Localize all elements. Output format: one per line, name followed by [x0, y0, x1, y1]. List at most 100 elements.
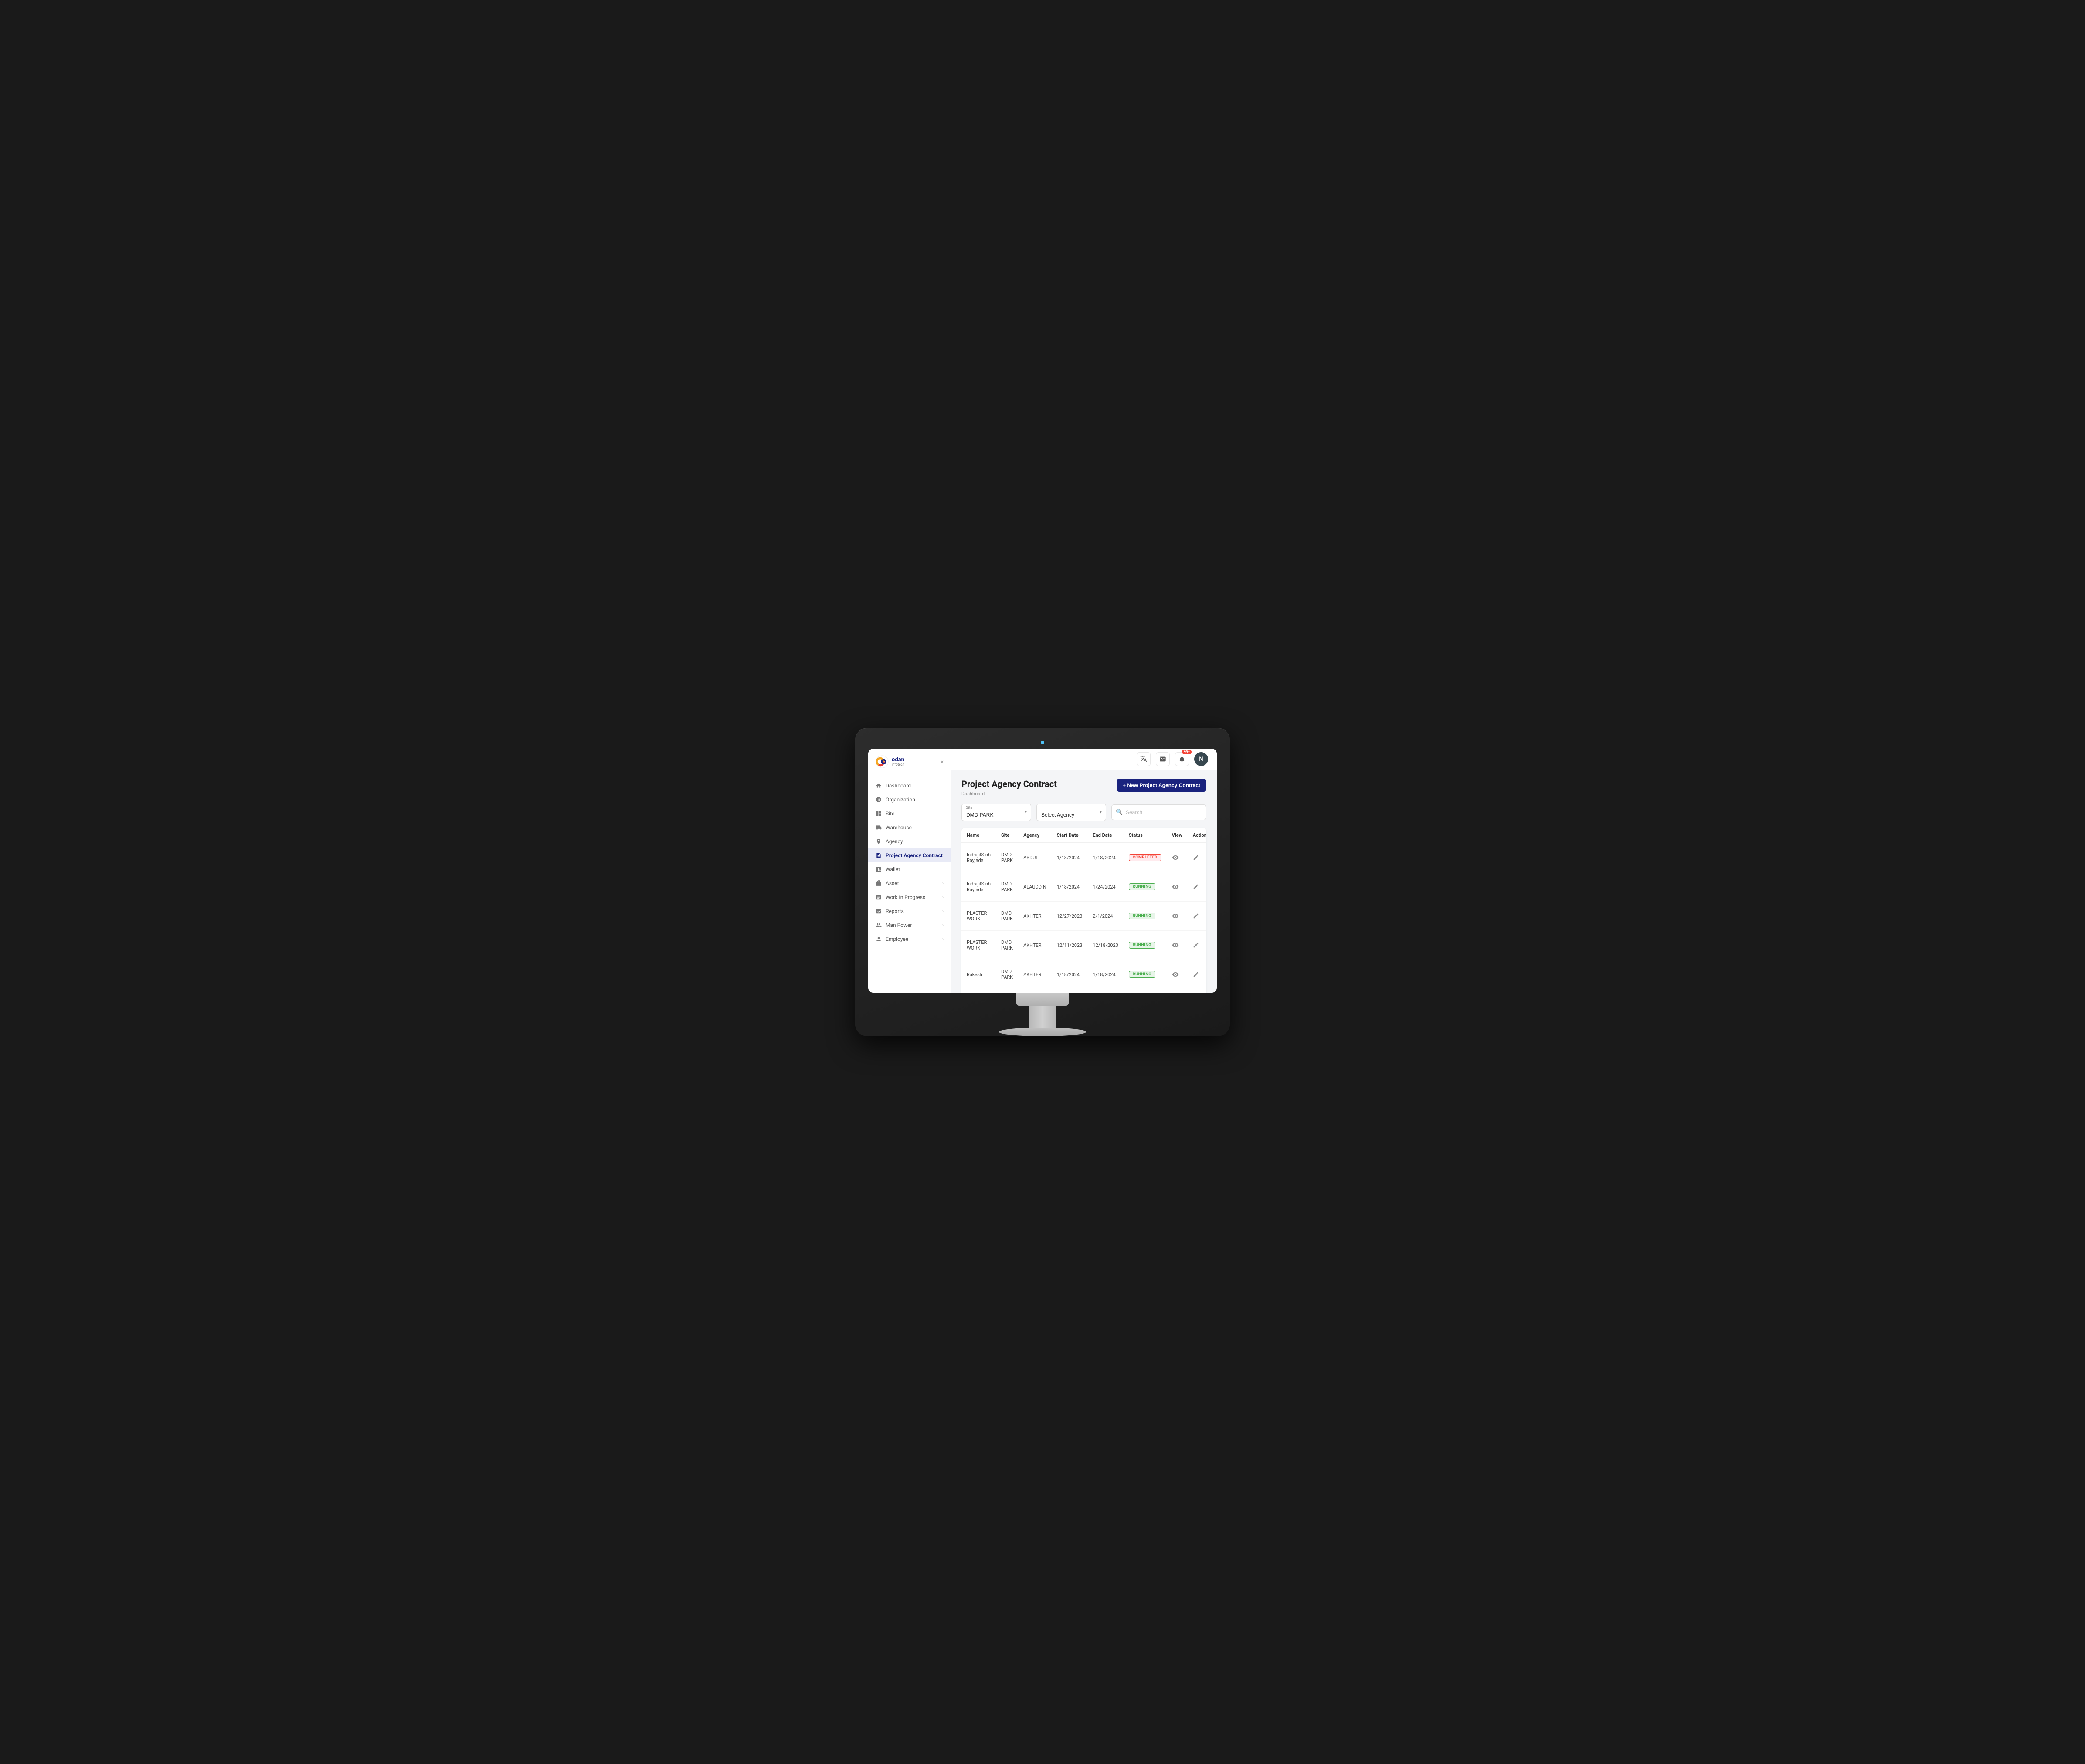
cell-agency: ABDUL — [1018, 843, 1052, 872]
cell-view — [1167, 931, 1188, 960]
search-input[interactable] — [1111, 804, 1206, 820]
warehouse-icon — [875, 824, 882, 831]
chevron-right-icon-asset: › — [942, 881, 944, 886]
cell-end-date: 1/18/2024 — [1087, 843, 1124, 872]
cell-end-date: 1/24/2024 — [1087, 872, 1124, 902]
asset-icon — [875, 880, 882, 887]
sidebar-item-site[interactable]: Site — [868, 807, 951, 821]
sidebar-item-employee[interactable]: Employee › — [868, 932, 951, 946]
top-header: 99+ N — [951, 749, 1217, 770]
logo-icon — [875, 755, 889, 769]
cell-status: COMPLETED — [1124, 843, 1167, 872]
cell-start-date: 1/18/2024 — [1052, 872, 1088, 902]
sidebar-item-organization[interactable]: Organization — [868, 793, 951, 807]
bell-icon — [1178, 756, 1185, 763]
edit-button[interactable] — [1193, 884, 1206, 890]
cell-end-date: 12/18/2023 — [1087, 931, 1124, 960]
cell-action — [1188, 931, 1206, 960]
cell-view — [1167, 872, 1188, 902]
site-filter-label: Site — [966, 806, 972, 810]
logo-name: odan — [892, 757, 904, 763]
status-badge: RUNNING — [1129, 913, 1155, 919]
chevron-right-icon-wip: › — [942, 895, 944, 900]
site-filter-wrapper: Site DMD PARK ▾ — [961, 804, 1031, 821]
sidebar-item-man-power[interactable]: Man Power › — [868, 918, 951, 932]
page-title-section: Project Agency Contract Dashboard — [961, 779, 1057, 797]
cell-start-date: 12/11/2023 — [1052, 931, 1088, 960]
wip-icon — [875, 894, 882, 901]
view-button[interactable] — [1172, 883, 1182, 890]
view-button[interactable] — [1172, 942, 1182, 949]
wallet-icon — [875, 866, 882, 873]
page-title: Project Agency Contract — [961, 779, 1057, 789]
sidebar-item-warehouse[interactable]: Warehouse — [868, 821, 951, 835]
sidebar-item-reports[interactable]: Reports › — [868, 904, 951, 918]
pagination: Rows per page: 25 1–5 of 5 ‹ › — [961, 989, 1206, 993]
cell-start-date: 1/18/2024 — [1052, 960, 1088, 989]
cell-view — [1167, 843, 1188, 872]
home-icon — [875, 782, 882, 789]
agency-filter-select[interactable]: Select Agency — [1036, 804, 1106, 821]
status-badge: RUNNING — [1129, 971, 1155, 978]
status-badge: RUNNING — [1129, 942, 1155, 949]
org-icon — [875, 796, 882, 803]
edit-button[interactable] — [1193, 913, 1206, 919]
sidebar-item-dashboard[interactable]: Dashboard — [868, 779, 951, 793]
cell-view — [1167, 960, 1188, 989]
sidebar-header: odan infotech « — [868, 749, 951, 775]
user-avatar[interactable]: N — [1194, 752, 1208, 766]
app-container: odan infotech « Dashboard — [868, 749, 1217, 993]
manpower-icon — [875, 922, 882, 929]
sidebar-item-label-reports: Reports — [886, 908, 904, 914]
page-header: Project Agency Contract Dashboard + New … — [961, 779, 1206, 797]
cell-action — [1188, 902, 1206, 931]
cell-agency: ALAUDDIN — [1018, 872, 1052, 902]
col-header-name: Name — [961, 828, 996, 843]
cell-name: IndrajitSinh Rayjada — [961, 872, 996, 902]
edit-button[interactable] — [1193, 942, 1206, 948]
cell-site: DMD PARK — [996, 960, 1018, 989]
sidebar-item-label-wip: Work In Progress — [886, 894, 925, 900]
col-header-agency: Agency — [1018, 828, 1052, 843]
filters-row: Site DMD PARK ▾ Select Agency ▾ — [961, 804, 1206, 821]
edit-button[interactable] — [1193, 971, 1206, 977]
cell-status: RUNNING — [1124, 872, 1167, 902]
sidebar-item-label-dashboard: Dashboard — [886, 783, 911, 789]
contract-icon — [875, 852, 882, 859]
chevron-right-icon-employee: › — [942, 937, 944, 942]
table-row: IndrajitSinh Rayjada DMD PARK ALAUDDIN 1… — [961, 872, 1206, 902]
cell-status: RUNNING — [1124, 931, 1167, 960]
contracts-table: Name Site Agency Start Date End Date Sta… — [961, 828, 1206, 989]
table-body: IndrajitSinh Rayjada DMD PARK ABDUL 1/18… — [961, 843, 1206, 989]
status-badge: COMPLETED — [1129, 854, 1161, 861]
translate-icon — [1140, 756, 1147, 763]
sidebar-item-wallet[interactable]: Wallet — [868, 862, 951, 876]
sidebar-item-asset[interactable]: Asset › — [868, 876, 951, 890]
view-button[interactable] — [1172, 971, 1182, 978]
cell-name: PLASTER WORK — [961, 902, 996, 931]
table-row: PLASTER WORK DMD PARK AKHTER 12/27/2023 … — [961, 902, 1206, 931]
table-row: IndrajitSinh Rayjada DMD PARK ABDUL 1/18… — [961, 843, 1206, 872]
translate-button[interactable] — [1137, 752, 1151, 766]
sidebar: odan infotech « Dashboard — [868, 749, 951, 993]
contracts-table-card: Name Site Agency Start Date End Date Sta… — [961, 828, 1206, 993]
mail-button[interactable] — [1156, 752, 1170, 766]
edit-button[interactable] — [1193, 855, 1206, 861]
collapse-sidebar-button[interactable]: « — [941, 758, 944, 765]
cell-start-date: 1/18/2024 — [1052, 843, 1088, 872]
status-badge: RUNNING — [1129, 883, 1155, 890]
sidebar-item-project-agency-contract[interactable]: Project Agency Contract — [868, 848, 951, 862]
view-button[interactable] — [1172, 913, 1182, 919]
cell-action — [1188, 960, 1206, 989]
cell-name: IndrajitSinh Rayjada — [961, 843, 996, 872]
sidebar-item-agency[interactable]: Agency — [868, 835, 951, 848]
view-button[interactable] — [1172, 854, 1182, 861]
notification-button[interactable]: 99+ — [1175, 752, 1189, 766]
col-header-start-date: Start Date — [1052, 828, 1088, 843]
monitor-screen: odan infotech « Dashboard — [868, 749, 1217, 993]
sidebar-item-label-site: Site — [886, 811, 894, 817]
sidebar-item-work-in-progress[interactable]: Work In Progress › — [868, 890, 951, 904]
new-contract-button[interactable]: + New Project Agency Contract — [1117, 779, 1206, 792]
chevron-right-icon-reports: › — [942, 909, 944, 914]
table-row: Rakesh DMD PARK AKHTER 1/18/2024 1/18/20… — [961, 960, 1206, 989]
